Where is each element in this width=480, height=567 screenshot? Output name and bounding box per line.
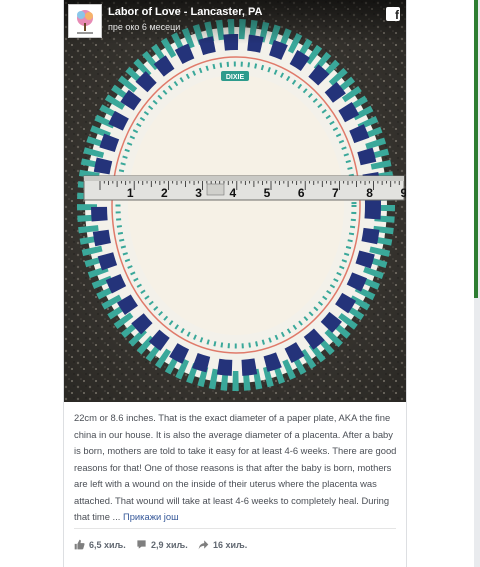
sidebar-green-bar <box>474 0 478 298</box>
comment-icon <box>137 540 146 549</box>
left-margin <box>0 0 6 567</box>
post-header: Labor of Love - Lancaster, PA пре око 6 … <box>64 0 406 44</box>
ruler-number: 2 <box>161 186 168 200</box>
page-name[interactable]: Labor of Love - Lancaster, PA <box>108 6 262 18</box>
post-card: DIXIE 1 2 3 4 5 6 7 8 9 Labor of Love - Lancaste… <box>63 0 407 567</box>
post-timestamp[interactable]: пре око 6 месеци <box>108 22 180 32</box>
likes-count: 6,5 хиљ. <box>89 539 126 550</box>
likes-stat[interactable]: 6,5 хиљ. <box>74 539 126 550</box>
plate-brand-text: DIXIE <box>226 74 245 81</box>
see-more-link[interactable]: Прикажи још <box>123 511 179 522</box>
post-photo[interactable]: DIXIE 1 2 3 4 5 6 7 8 9 Labor of Love - Lancaste… <box>64 0 406 402</box>
right-sidebar-edge <box>474 0 480 567</box>
like-icon <box>74 539 85 550</box>
post-caption: 22cm or 8.6 inches. That is the exact di… <box>74 410 398 526</box>
plate-photo-illustration: DIXIE 1 2 3 4 5 6 7 8 9 <box>64 0 406 402</box>
comments-count: 2,9 хиљ. <box>151 539 188 550</box>
facebook-icon[interactable]: f <box>386 7 400 21</box>
ruler-number: 6 <box>298 186 305 200</box>
shares-count: 16 хиљ. <box>213 539 248 550</box>
ruler-number: 1 <box>127 186 134 200</box>
shares-stat[interactable]: 16 хиљ. <box>198 539 247 550</box>
page-avatar[interactable] <box>68 4 102 38</box>
ruler-number: 7 <box>332 186 339 200</box>
share-icon <box>198 540 209 550</box>
ruler-number: 5 <box>264 186 271 200</box>
ruler-number: 3 <box>195 186 202 200</box>
comments-stat[interactable]: 2,9 хиљ. <box>136 539 188 550</box>
caption-text: 22cm or 8.6 inches. That is the exact di… <box>74 412 397 522</box>
footer-divider <box>74 528 396 529</box>
ruler-number: 4 <box>229 186 236 200</box>
ruler-number: 8 <box>366 186 373 200</box>
ruler-number: 9 <box>400 186 406 200</box>
